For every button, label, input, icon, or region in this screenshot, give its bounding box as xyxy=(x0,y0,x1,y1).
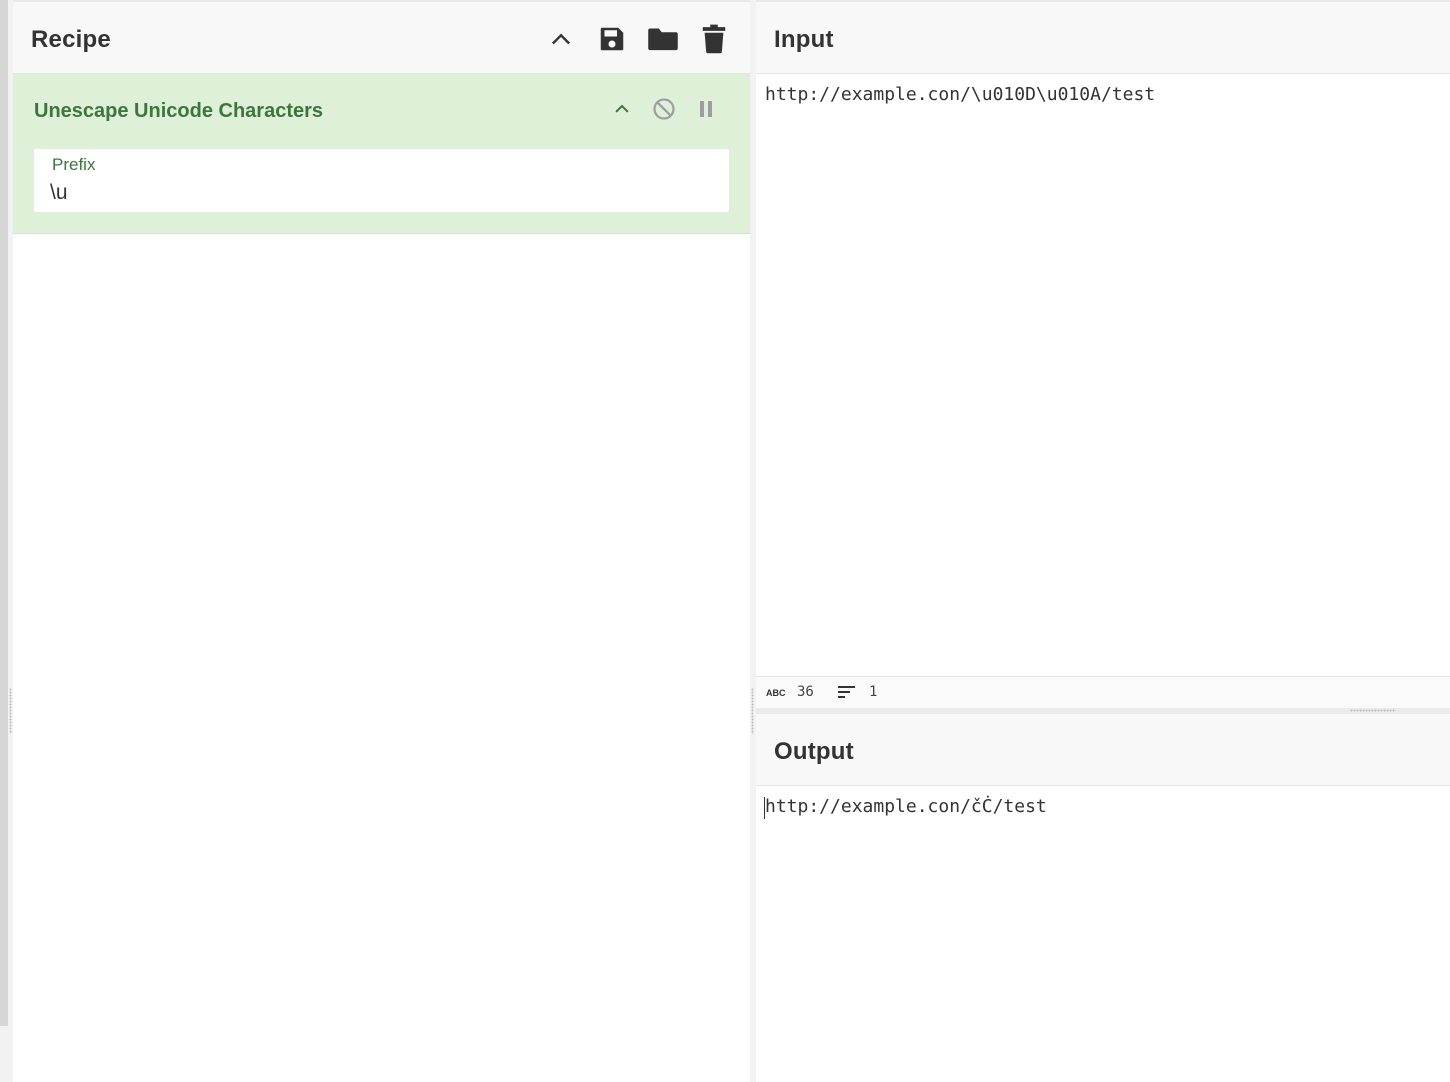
line-count-value: 1 xyxy=(869,684,878,700)
pause-icon xyxy=(700,101,712,117)
folder-icon xyxy=(648,28,678,51)
operation-title: Unescape Unicode Characters xyxy=(34,100,324,122)
disable-icon xyxy=(653,98,675,120)
input-text[interactable]: http://example.con/\u010D\u010A/test xyxy=(765,84,1155,105)
collapse-operation-button[interactable] xyxy=(607,94,637,124)
input-title: Input xyxy=(774,26,834,53)
collapse-recipe-button[interactable] xyxy=(544,22,578,56)
prefix-label: Prefix xyxy=(52,155,96,174)
chevron-up-icon xyxy=(615,104,629,113)
recipe-header: Recipe xyxy=(13,2,750,74)
svg-text:ABC: ABC xyxy=(766,688,786,698)
output-text[interactable]: http://example.con/čĊ/test xyxy=(765,796,1047,817)
output-header: Output xyxy=(756,714,1450,786)
input-header: Input xyxy=(756,2,1450,74)
floppy-disk-icon xyxy=(600,27,624,51)
recipe-pane: Recipe Unescape Unicode Characters Prefi… xyxy=(13,2,750,1082)
operation-unescape-unicode[interactable]: Unescape Unicode Characters Prefix xyxy=(13,74,750,234)
recipe-title: Recipe xyxy=(31,26,111,53)
save-recipe-button[interactable] xyxy=(595,22,629,56)
disable-operation-button[interactable] xyxy=(649,94,679,124)
left-edge xyxy=(0,0,8,1026)
line-count: 1 xyxy=(837,684,877,700)
char-count: ABC 36 xyxy=(766,684,814,700)
prefix-field: Prefix xyxy=(34,149,729,212)
abc-icon: ABC xyxy=(766,688,786,698)
io-gutter-grip[interactable] xyxy=(1350,709,1396,712)
chevron-up-icon xyxy=(551,33,571,45)
char-count-value: 36 xyxy=(797,684,814,700)
load-recipe-button[interactable] xyxy=(646,22,680,56)
left-gutter-grip[interactable] xyxy=(9,688,12,734)
input-pane: Input http://example.con/\u010D\u010A/te… xyxy=(756,2,1450,708)
middle-gutter-grip[interactable] xyxy=(751,688,754,734)
clear-recipe-button[interactable] xyxy=(697,22,731,56)
output-title: Output xyxy=(774,738,854,765)
prefix-input[interactable] xyxy=(50,179,710,207)
trash-icon xyxy=(702,24,726,54)
left-edge-bottom xyxy=(0,1026,8,1082)
output-text-area[interactable]: http://example.con/čĊ/test xyxy=(756,786,1450,1082)
breakpoint-operation-button[interactable] xyxy=(691,94,721,124)
lines-icon xyxy=(838,686,855,698)
input-status-bar: ABC 36 1 xyxy=(756,676,1450,708)
output-pane: Output http://example.con/čĊ/test xyxy=(756,714,1450,1082)
